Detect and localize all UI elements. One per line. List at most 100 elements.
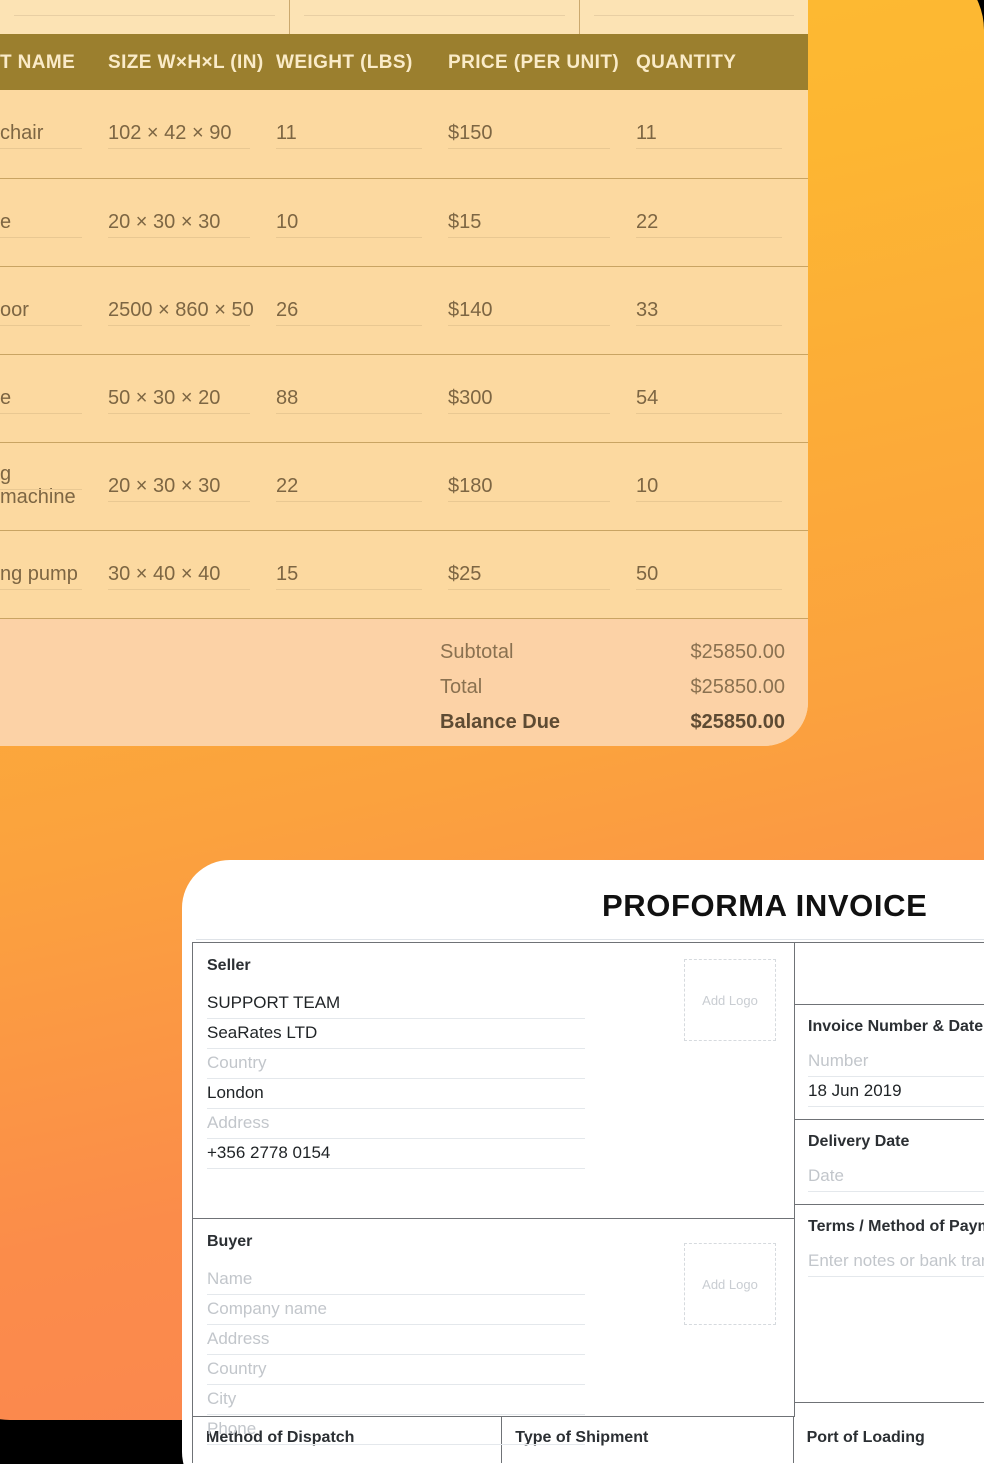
- buyer-country-field[interactable]: Country: [207, 1355, 585, 1385]
- cell-price[interactable]: $300: [448, 353, 636, 442]
- table-row[interactable]: g machine 20 × 30 × 30 22 $180 10: [0, 441, 808, 530]
- invoice-grid: Seller SUPPORT TEAM SeaRates LTD Country…: [192, 942, 984, 1463]
- cargo-totals-band: Subtotal $25850.00 Total $25850.00 Balan…: [0, 618, 808, 746]
- cargo-table-body: chair 102 × 42 × 90 11 $150 11 e 20 × 30…: [0, 90, 808, 618]
- table-row[interactable]: ng pump 30 × 40 × 40 15 $25 50: [0, 529, 808, 618]
- seller-city-field[interactable]: London: [207, 1079, 585, 1109]
- cell-price[interactable]: $180: [448, 441, 636, 530]
- invoice-detail-column: Invoice Number & Date Number 18 Jun 2019…: [795, 943, 984, 1417]
- cell-price[interactable]: $150: [448, 90, 636, 178]
- partial-cell-size: [0, 0, 290, 34]
- page-title: PROFORMA INVOICE: [602, 888, 928, 923]
- seller-add-logo-button[interactable]: Add Logo: [684, 959, 776, 1041]
- totals-row-balance-due: Balance Due $25850.00: [440, 705, 785, 740]
- cell-weight[interactable]: 26: [276, 265, 448, 354]
- buyer-name-field[interactable]: Name: [207, 1265, 585, 1295]
- item-quantity-text: 54: [636, 386, 659, 409]
- cell-price[interactable]: $15: [448, 177, 636, 266]
- seller-country-field[interactable]: Country: [207, 1049, 585, 1079]
- table-row[interactable]: e 50 × 30 × 20 88 $300 54: [0, 353, 808, 442]
- cell-item-name[interactable]: chair: [0, 90, 108, 178]
- cell-weight[interactable]: 15: [276, 529, 448, 618]
- item-name-text: g machine: [0, 463, 76, 508]
- cell-weight[interactable]: 22: [276, 441, 448, 530]
- screenshot-stage: T NAME SIZE W×H×L (IN) WEIGHT (LBS) PRIC…: [0, 0, 984, 1464]
- item-size-text: 2500 × 860 × 50: [108, 298, 254, 321]
- seller-name-field[interactable]: SUPPORT TEAM: [207, 989, 585, 1019]
- cell-weight[interactable]: 11: [276, 90, 448, 178]
- cell-size[interactable]: 102 × 42 × 90: [108, 90, 276, 178]
- cell-size[interactable]: 20 × 30 × 30: [108, 177, 276, 266]
- cargo-table-header-row: T NAME SIZE W×H×L (IN) WEIGHT (LBS) PRIC…: [0, 34, 808, 90]
- item-price-text: $300: [448, 386, 493, 409]
- cell-item-name[interactable]: e: [0, 353, 108, 442]
- cell-item-name[interactable]: e: [0, 177, 108, 266]
- cell-weight[interactable]: 88: [276, 353, 448, 442]
- cell-size[interactable]: 20 × 30 × 30: [108, 441, 276, 530]
- cell-quantity[interactable]: 22: [636, 177, 808, 266]
- item-weight-text: 88: [276, 386, 299, 409]
- invoice-date-field[interactable]: 18 Jun 2019: [808, 1077, 984, 1107]
- partial-cell-weight: [290, 0, 580, 34]
- item-quantity-text: 33: [636, 298, 659, 321]
- cell-quantity[interactable]: 54: [636, 353, 808, 442]
- totals-label: Total: [440, 676, 483, 698]
- buyer-add-logo-button[interactable]: Add Logo: [684, 1243, 776, 1325]
- invoice-main-row: Seller SUPPORT TEAM SeaRates LTD Country…: [193, 943, 984, 1445]
- buyer-address-field[interactable]: Address: [207, 1325, 585, 1355]
- item-weight-text: 26: [276, 298, 299, 321]
- cell-quantity[interactable]: 11: [636, 90, 808, 178]
- th-quantity: QUANTITY: [636, 34, 808, 90]
- totals-value: $25850.00: [690, 641, 785, 663]
- th-item-name: T NAME: [0, 34, 108, 90]
- invoice-number-date-heading: Invoice Number & Date: [808, 1018, 984, 1035]
- item-quantity-text: 10: [636, 474, 659, 497]
- proforma-invoice-card: PROFORMA INVOICE Seller SUPPORT TEAM Sea…: [182, 860, 984, 1464]
- table-row[interactable]: oor 2500 × 860 × 50 26 $140 33: [0, 265, 808, 354]
- cell-item-name[interactable]: oor: [0, 265, 108, 354]
- cell-size[interactable]: 2500 × 860 × 50: [108, 265, 276, 354]
- cell-item-name[interactable]: ng pump: [0, 529, 108, 618]
- item-size-text: 20 × 30 × 30: [108, 474, 221, 497]
- totals-row-subtotal: Subtotal $25850.00: [440, 635, 785, 670]
- item-weight-text: 22: [276, 474, 299, 497]
- buyer-phone-field[interactable]: Phone: [207, 1415, 585, 1445]
- cell-quantity[interactable]: 10: [636, 441, 808, 530]
- item-price-text: $15: [448, 210, 482, 233]
- seller-address-field[interactable]: Address: [207, 1109, 585, 1139]
- port-of-loading-label[interactable]: Port of Loading: [794, 1417, 984, 1463]
- seller-company-field[interactable]: SeaRates LTD: [207, 1019, 585, 1049]
- item-name-text: e: [0, 386, 12, 409]
- cell-price[interactable]: $25: [448, 529, 636, 618]
- item-size-text: 30 × 40 × 40: [108, 562, 221, 585]
- item-quantity-text: 50: [636, 562, 659, 585]
- th-price: PRICE (PER UNIT): [448, 34, 636, 90]
- item-name-text: chair: [0, 122, 44, 145]
- buyer-company-field[interactable]: Company name: [207, 1295, 585, 1325]
- delivery-date-field[interactable]: Date: [808, 1162, 984, 1192]
- seller-phone-field[interactable]: +356 2778 0154: [207, 1139, 585, 1169]
- cell-quantity[interactable]: 33: [636, 265, 808, 354]
- detail-block-spacer: [795, 943, 984, 1005]
- cell-weight[interactable]: 10: [276, 177, 448, 266]
- th-size: SIZE W×H×L (IN): [108, 34, 276, 90]
- buyer-city-field[interactable]: City: [207, 1385, 585, 1415]
- cell-size[interactable]: 50 × 30 × 20: [108, 353, 276, 442]
- cell-price[interactable]: $140: [448, 265, 636, 354]
- item-name-text: e: [0, 210, 12, 233]
- invoice-number-field[interactable]: Number: [808, 1047, 984, 1077]
- totals-value: $25850.00: [690, 711, 785, 733]
- th-weight: WEIGHT (LBS): [276, 34, 448, 90]
- cell-size[interactable]: 30 × 40 × 40: [108, 529, 276, 618]
- item-price-text: $150: [448, 122, 493, 145]
- cell-quantity[interactable]: 50: [636, 529, 808, 618]
- invoice-party-column: Seller SUPPORT TEAM SeaRates LTD Country…: [193, 943, 795, 1445]
- table-row[interactable]: chair 102 × 42 × 90 11 $150 11: [0, 90, 808, 178]
- terms-payment-notes-field[interactable]: Enter notes or bank transfer: [808, 1247, 984, 1277]
- delivery-date-heading: Delivery Date: [808, 1133, 910, 1150]
- table-row[interactable]: e 20 × 30 × 30 10 $15 22: [0, 177, 808, 266]
- totals-value: $25850.00: [690, 676, 785, 698]
- partial-cell-price: [580, 0, 808, 34]
- delivery-date-block: Delivery Date Date: [795, 1120, 984, 1205]
- cell-item-name[interactable]: g machine: [0, 441, 108, 530]
